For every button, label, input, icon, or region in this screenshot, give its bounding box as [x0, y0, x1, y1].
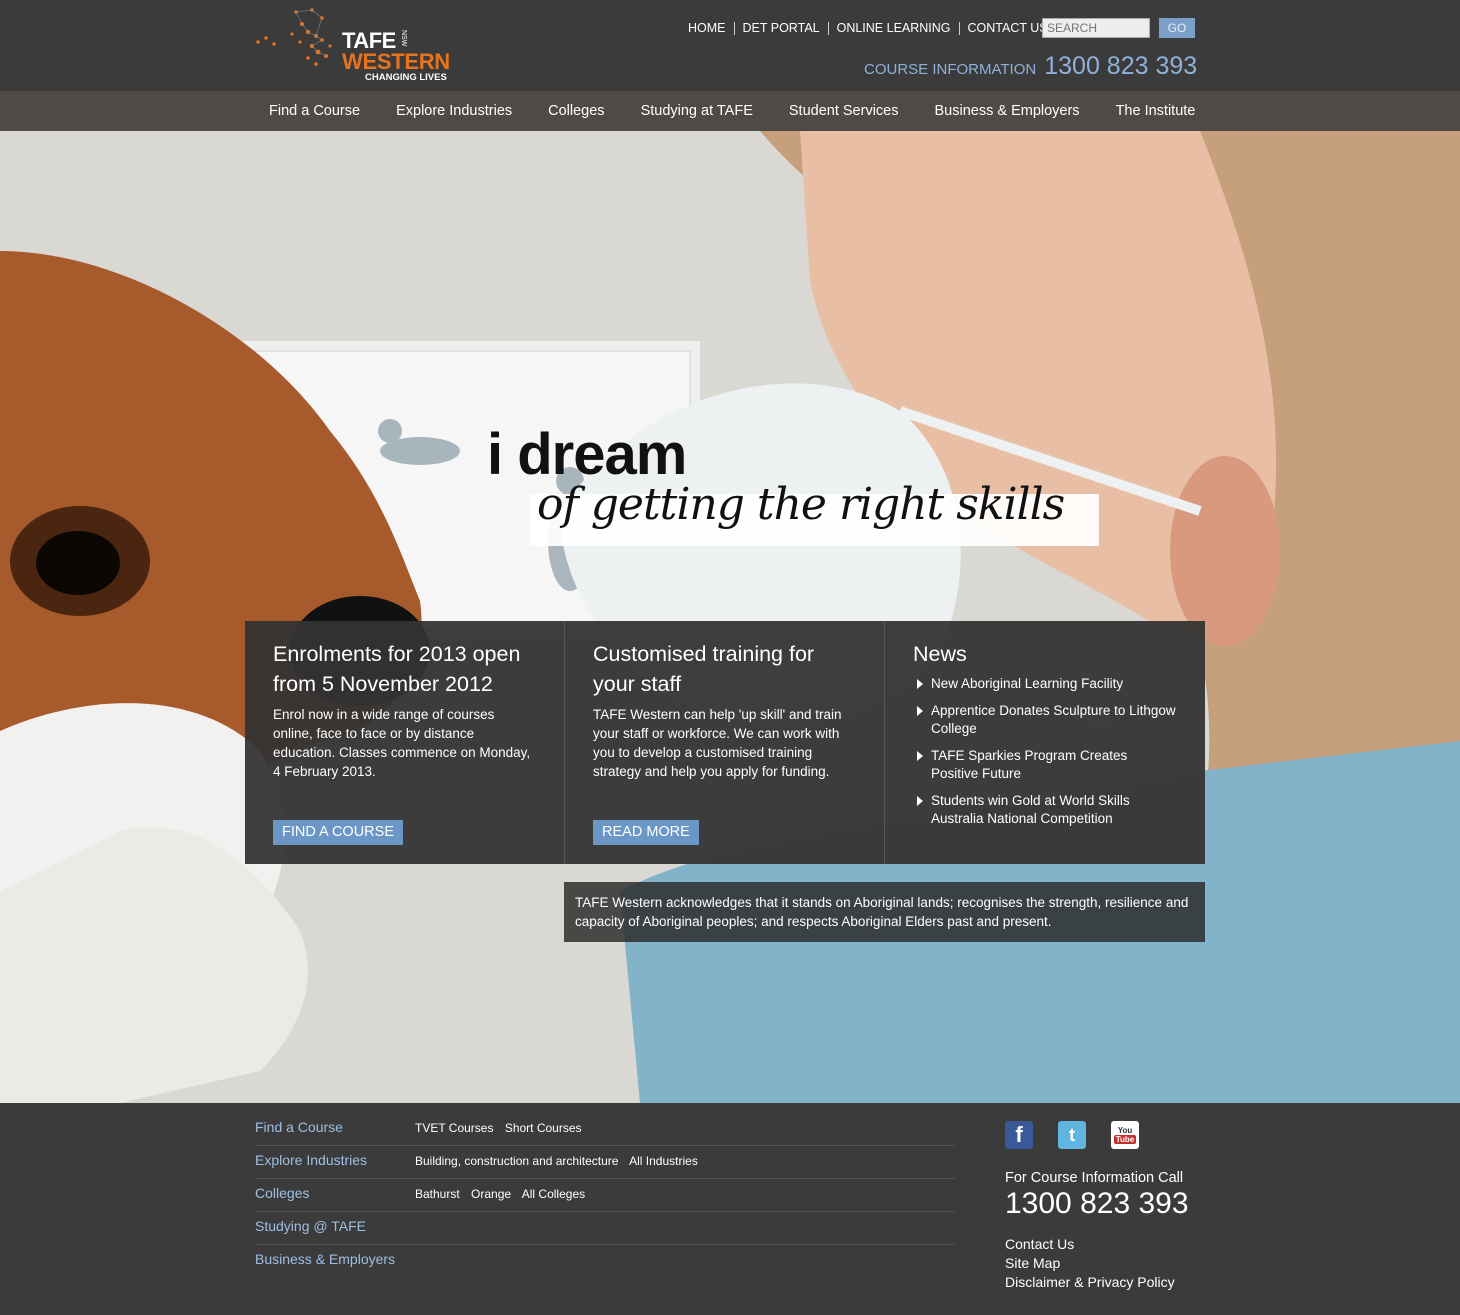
search-input[interactable] — [1042, 18, 1150, 38]
nav-business-employers[interactable]: Business & Employers — [917, 103, 1098, 119]
nav-studying-at-tafe[interactable]: Studying at TAFE — [623, 103, 771, 119]
footer-link-short-courses[interactable]: Short Courses — [505, 1121, 582, 1135]
news-item-label: Students win Gold at World Skills Austra… — [931, 793, 1130, 826]
nav-colleges[interactable]: Colleges — [530, 103, 622, 119]
tafe-western-logo[interactable]: TAFE NSW WESTERN CHANGING LIVES — [252, 6, 457, 86]
top-utility-nav: HOME DET PORTAL ONLINE LEARNING CONTACT … — [680, 19, 1056, 37]
twitter-icon[interactable]: t — [1058, 1121, 1086, 1149]
course-information: COURSE INFORMATION 1300 823 393 — [864, 52, 1197, 81]
footer-link-explore-industries[interactable]: Explore Industries — [255, 1152, 367, 1168]
footer-link-bathurst[interactable]: Bathurst — [415, 1187, 460, 1201]
youtube-you-text: You — [1117, 1126, 1133, 1135]
triangle-bullet-icon — [917, 796, 923, 806]
facebook-icon[interactable]: f — [1005, 1121, 1033, 1149]
footer-link-orange[interactable]: Orange — [471, 1187, 511, 1201]
news-column: News New Aboriginal Learning Facility Ap… — [884, 621, 1205, 864]
footer-link-find-a-course[interactable]: Find a Course — [255, 1119, 343, 1135]
nav-find-a-course[interactable]: Find a Course — [251, 103, 378, 119]
news-list: New Aboriginal Learning Facility Apprent… — [913, 675, 1177, 828]
news-item[interactable]: Students win Gold at World Skills Austra… — [913, 792, 1177, 828]
top-link-home[interactable]: HOME — [680, 21, 734, 35]
main-navigation: Find a Course Explore Industries College… — [0, 91, 1460, 131]
nav-student-services[interactable]: Student Services — [771, 103, 917, 119]
footer-row-studying: Studying @ TAFE — [255, 1212, 955, 1245]
news-item-label: TAFE Sparkies Program Creates Positive F… — [931, 748, 1128, 781]
youtube-icon[interactable]: You Tube — [1111, 1121, 1139, 1149]
logo-tagline: CHANGING LIVES — [365, 72, 447, 83]
site-footer: Find a Course TVET Courses Short Courses… — [0, 1103, 1460, 1315]
triangle-bullet-icon — [917, 679, 923, 689]
site-header: TAFE NSW WESTERN CHANGING LIVES HOME DET… — [0, 0, 1460, 91]
footer-link-business-employers[interactable]: Business & Employers — [255, 1251, 395, 1267]
triangle-bullet-icon — [917, 751, 923, 761]
footer-link-building[interactable]: Building, construction and architecture — [415, 1154, 618, 1168]
hero-banner: i dream of getting the right skills — [0, 131, 1460, 1103]
read-more-button[interactable]: READ MORE — [593, 820, 699, 845]
enrolments-text: Enrol now in a wide range of courses onl… — [273, 707, 531, 779]
footer-phone[interactable]: 1300 823 393 — [1005, 1187, 1189, 1221]
find-a-course-button[interactable]: FIND A COURSE — [273, 820, 403, 845]
footer-row-explore-industries: Explore Industries Building, constructio… — [255, 1146, 955, 1179]
footer-link-studying-at-tafe[interactable]: Studying @ TAFE — [255, 1218, 366, 1234]
footer-link-all-colleges[interactable]: All Colleges — [522, 1187, 585, 1201]
news-item[interactable]: Apprentice Donates Sculpture to Lithgow … — [913, 702, 1177, 738]
training-column: Customised training for your staff TAFE … — [564, 621, 884, 864]
news-title: News — [913, 642, 967, 666]
enrolments-title: Enrolments for 2013 open from 5 November… — [273, 642, 521, 696]
course-info-label: COURSE INFORMATION — [864, 61, 1037, 78]
hero-photo-illustration — [0, 131, 1460, 1103]
news-item-label: New Aboriginal Learning Facility — [931, 676, 1124, 691]
youtube-tube-text: Tube — [1113, 1135, 1137, 1144]
logo-nsw-text: NSW — [400, 30, 407, 47]
feature-panel: Enrolments for 2013 open from 5 November… — [245, 621, 1205, 864]
footer-call-label: For Course Information Call — [1005, 1170, 1184, 1186]
search-go-button[interactable]: GO — [1159, 18, 1195, 38]
footer-link-colleges[interactable]: Colleges — [255, 1185, 309, 1201]
footer-link-disclaimer[interactable]: Disclaimer & Privacy Policy — [1005, 1273, 1175, 1292]
news-item[interactable]: New Aboriginal Learning Facility — [913, 675, 1177, 693]
footer-utility-links: Contact Us Site Map Disclaimer & Privacy… — [1005, 1235, 1175, 1292]
footer-link-contact-us[interactable]: Contact Us — [1005, 1235, 1175, 1254]
top-link-online-learning[interactable]: ONLINE LEARNING — [829, 21, 959, 35]
news-item-label: Apprentice Donates Sculpture to Lithgow … — [931, 703, 1176, 736]
footer-row-find-a-course: Find a Course TVET Courses Short Courses — [255, 1113, 955, 1146]
course-info-phone[interactable]: 1300 823 393 — [1044, 52, 1197, 81]
footer-link-tvet-courses[interactable]: TVET Courses — [415, 1121, 493, 1135]
footer-row-colleges: Colleges Bathurst Orange All Colleges — [255, 1179, 955, 1212]
footer-row-business: Business & Employers — [255, 1245, 955, 1278]
training-title: Customised training for your staff — [593, 642, 815, 696]
social-links: f t You Tube — [1005, 1121, 1139, 1149]
logo-dots-icon — [256, 8, 332, 66]
nav-explore-industries[interactable]: Explore Industries — [378, 103, 530, 119]
footer-link-all-industries[interactable]: All Industries — [629, 1154, 698, 1168]
hero-subheadline: of getting the right skills — [537, 479, 1065, 530]
news-item[interactable]: TAFE Sparkies Program Creates Positive F… — [913, 747, 1177, 783]
triangle-bullet-icon — [917, 706, 923, 716]
hero-headline: i dream — [487, 422, 687, 487]
enrolments-column: Enrolments for 2013 open from 5 November… — [245, 621, 564, 864]
top-link-det-portal[interactable]: DET PORTAL — [735, 21, 828, 35]
aboriginal-acknowledgement: TAFE Western acknowledges that it stands… — [564, 882, 1205, 942]
training-text: TAFE Western can help 'up skill' and tra… — [593, 707, 842, 779]
footer-link-site-map[interactable]: Site Map — [1005, 1254, 1175, 1273]
nav-the-institute[interactable]: The Institute — [1098, 103, 1214, 119]
